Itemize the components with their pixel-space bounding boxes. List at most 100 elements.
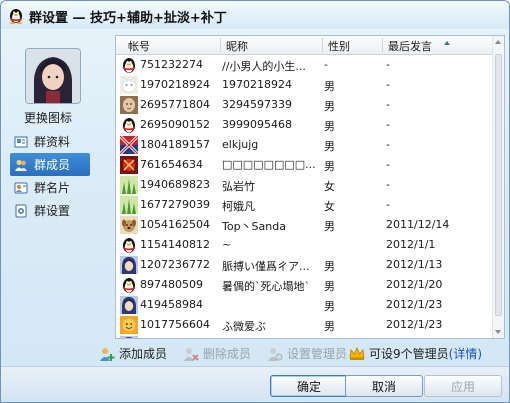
cell-nickname: Top丶Sanda (222, 220, 286, 233)
sidebar-item-group-info[interactable]: 群资料 (10, 130, 90, 153)
member-avatar (120, 96, 138, 114)
title-bar[interactable]: 群设置 — 技巧+辅助+扯淡+补丁 (1, 1, 509, 29)
group-avatar-image (26, 49, 80, 103)
table-row[interactable]: 2695090152 3999095468 男 - (116, 115, 494, 135)
cell-gender: 男 (324, 80, 335, 93)
column-header-gender[interactable]: 性别 (328, 38, 350, 54)
cell-last-post: - (386, 118, 390, 131)
member-avatar (120, 176, 138, 194)
add-member-label: 添加成员 (119, 347, 168, 361)
cell-last-post: - (386, 138, 390, 151)
table-row[interactable]: 419458984 男 2012/1/23 (116, 295, 494, 315)
cell-last-post: - (386, 58, 390, 71)
cell-account: 2695771804 (140, 98, 210, 111)
table-row[interactable]: 1154140812 ~2012/1/1 (116, 235, 494, 255)
cell-gender: 男 (324, 260, 335, 273)
apply-button[interactable]: 应用 (424, 375, 502, 397)
table-row[interactable]: 1017756604 ふ微爱ぶ 男 2012/1/23 (116, 315, 494, 335)
remove-member-button[interactable]: 删除成员 (183, 345, 251, 362)
member-avatar (120, 76, 138, 94)
admin-quota-count: 9 (393, 346, 401, 361)
cell-account: 2695090152 (140, 118, 210, 131)
group-settings-window: 群设置 — 技巧+辅助+扯淡+补丁 更换图标 群资料 群成员 群名片 群设置 帐… (0, 0, 510, 403)
table-row[interactable]: 751232274 //小男人的小生... - - (116, 55, 494, 75)
column-divider[interactable] (220, 38, 221, 52)
column-divider[interactable] (382, 38, 383, 52)
table-row[interactable]: 853355036头大脑 2012/1/25 (116, 335, 494, 339)
sidebar-item-settings[interactable]: 群设置 (10, 199, 90, 222)
cell-nickname: 头大脑 (222, 338, 316, 339)
cancel-button[interactable]: 取消 (345, 375, 423, 397)
vertical-scrollbar[interactable] (492, 36, 504, 338)
cell-account: 1207236772 (140, 258, 210, 271)
cell-last-post: 2012/1/13 (386, 258, 443, 271)
sidebar-item-label: 群成员 (34, 158, 71, 172)
column-header-nickname[interactable]: 昵称 (226, 38, 248, 54)
window-title: 群设置 — 技巧+辅助+扯淡+补丁 (29, 11, 227, 26)
table-row[interactable]: 897480509 暑偶的`死心塌地` 男 2012/1/20 (116, 275, 494, 295)
cell-account: 751232274 (140, 58, 203, 71)
sidebar-item-members[interactable]: 群成员 (10, 153, 90, 176)
cell-last-post: 2012/1/23 (386, 298, 443, 311)
member-avatar (120, 196, 138, 214)
add-member-icon (100, 347, 115, 361)
cell-account: 1677279039 (140, 198, 210, 211)
table-row[interactable]: 1677279039 柯娥凡 女 - (116, 195, 494, 215)
member-avatar (120, 296, 138, 314)
scroll-up-arrow-icon[interactable] (495, 40, 501, 44)
member-avatar (120, 316, 138, 334)
member-avatar (120, 116, 138, 134)
cell-gender: 男 (324, 320, 335, 333)
cell-account: 1970218924 (140, 78, 210, 91)
cell-nickname: □□□□□□□□... (222, 158, 316, 171)
sidebar-item-label: 群名片 (34, 181, 71, 195)
set-admin-label: 设置管理员 (287, 347, 348, 361)
cell-last-post: - (386, 178, 390, 191)
table-row[interactable]: 1804189157 elkjujg 男 - (116, 135, 494, 155)
cell-gender: 男 (324, 280, 335, 293)
cell-nickname: 脈搏い僅爲ㄔア... (222, 260, 310, 273)
column-divider[interactable] (322, 38, 323, 52)
cell-last-post: 2012/1/23 (386, 318, 443, 331)
cell-last-post: 2011/12/14 (386, 218, 450, 231)
scroll-thumb[interactable] (495, 54, 502, 316)
member-avatar (120, 156, 138, 174)
cell-gender: - (324, 58, 328, 71)
ok-button[interactable]: 确定 (270, 375, 348, 397)
set-admin-button[interactable]: 设置管理员 (267, 345, 347, 362)
table-row[interactable]: 1207236772 脈搏い僅爲ㄔア... 男 2012/1/13 (116, 255, 494, 275)
cell-gender: 男 (324, 300, 335, 313)
change-icon-link[interactable]: 更换图标 (24, 109, 72, 126)
table-row[interactable]: 1940689823 弘岩竹 女 - (116, 175, 494, 195)
table-row[interactable]: 1970218924 1970218924 男 - (116, 75, 494, 95)
add-member-button[interactable]: 添加成员 (99, 345, 167, 362)
sidebar-item-label: 群设置 (34, 204, 71, 218)
member-toolbar: 添加成员 删除成员 设置管理员 可设 9 个管理员 (详情) (97, 342, 507, 364)
column-header-last-post[interactable]: 最后发言 (388, 38, 432, 54)
group-info-icon (14, 136, 28, 147)
card-icon (14, 182, 28, 193)
admin-quota-prefix: 可设 (369, 347, 394, 361)
members-icon (15, 159, 27, 171)
sidebar-item-card[interactable]: 群名片 (10, 176, 90, 199)
cell-last-post: 2012/1/25 (386, 338, 476, 339)
cell-nickname: 弘岩竹 (222, 180, 255, 193)
sidebar-item-label: 群资料 (34, 135, 71, 149)
details-link[interactable]: (详情) (449, 345, 482, 362)
table-row[interactable]: 1054162504 Top丶Sanda 男 2011/12/14 (116, 215, 494, 235)
table-row[interactable]: 2695771804 3294597339 男 - (116, 95, 494, 115)
cell-nickname: //小男人的小生... (222, 60, 306, 73)
table-row[interactable]: 761654634 □□□□□□□□... 男 - (116, 155, 494, 175)
cell-gender: 男 (324, 220, 335, 233)
scroll-down-arrow-icon[interactable] (495, 330, 501, 334)
cell-last-post: - (386, 98, 390, 111)
set-admin-icon (268, 347, 283, 361)
cell-account: 853355036 (140, 338, 220, 339)
table-body: 751232274//小男人的小生... - -1970218924 19702189… (116, 55, 494, 339)
group-avatar[interactable] (25, 48, 81, 104)
cell-nickname: 3999095468 (222, 118, 292, 131)
admin-quota-suffix: 个管理员 (400, 347, 449, 361)
column-header-account[interactable]: 帐号 (128, 38, 150, 54)
admin-crown-icon (349, 346, 365, 360)
cell-account: 1054162504 (140, 218, 210, 231)
